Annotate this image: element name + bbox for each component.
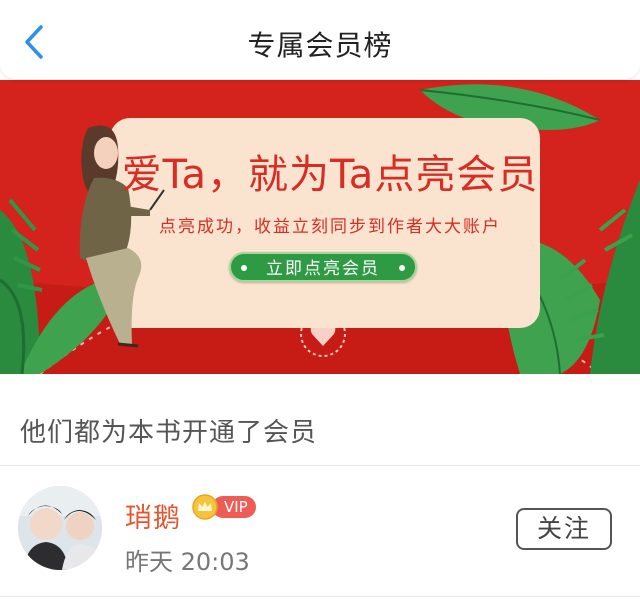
nav-header: 专属会员榜 <box>0 0 640 80</box>
member-name[interactable]: 琑鹅 <box>125 496 181 535</box>
avatar-image <box>18 486 102 570</box>
crown-icon <box>192 494 218 520</box>
cta-label: 立即点亮会员 <box>266 259 380 279</box>
promo-banner[interactable]: 爱Ta，就为Ta点亮会员 点亮成功，收益立刻同步到作者大大账户 立即点亮会员 <box>0 80 640 374</box>
page-title: 专属会员榜 <box>247 29 393 62</box>
section-title: 他们都为本书开通了会员 <box>20 418 318 448</box>
light-up-vip-button[interactable]: 立即点亮会员 <box>229 252 417 282</box>
cta-right-dot <box>399 265 405 271</box>
member-time: 昨天 20:03 <box>125 548 250 576</box>
divider <box>0 596 640 597</box>
vip-label: VIP <box>212 496 256 518</box>
vip-badge: VIP <box>192 494 256 520</box>
cta-left-dot <box>241 265 247 271</box>
follow-button[interactable]: 关注 <box>516 508 612 550</box>
banner-headline: 爱Ta，就为Ta点亮会员 <box>121 152 539 198</box>
avatar[interactable] <box>18 486 102 570</box>
list-item[interactable]: 琑鹅 VIP 昨天 20:03 关注 <box>0 466 640 596</box>
banner-subtitle: 点亮成功，收益立刻同步到作者大大账户 <box>159 217 501 237</box>
